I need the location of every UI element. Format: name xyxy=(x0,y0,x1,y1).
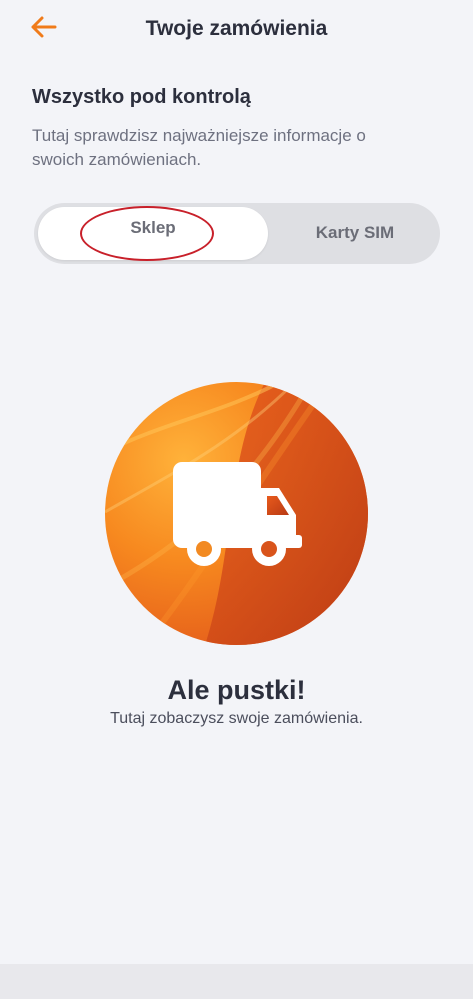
tab-karty-sim-label: Karty SIM xyxy=(315,223,395,242)
empty-state-illustration xyxy=(105,382,368,645)
bottom-bar xyxy=(0,964,473,999)
orders-screen: Twoje zamówienia Wszystko pod kontrolą T… xyxy=(0,0,473,999)
orders-tab-switch: Sklep Karty SIM xyxy=(34,203,440,264)
tab-karty-sim[interactable]: Karty SIM xyxy=(270,203,440,264)
empty-state-title: Ale pustki! xyxy=(167,675,306,705)
tab-sklep[interactable]: Sklep xyxy=(38,207,268,260)
empty-state-subtitle: Tutaj zobaczysz swoje zamówienia. xyxy=(110,710,363,727)
tab-sklep-label: Sklep xyxy=(130,218,176,237)
section-description: Tutaj sprawdzisz najważniejsze informacj… xyxy=(32,126,366,169)
app-bar: Twoje zamówienia xyxy=(0,0,473,62)
page-title: Twoje zamówienia xyxy=(145,17,328,40)
section-heading: Wszystko pod kontrolą xyxy=(32,86,251,108)
